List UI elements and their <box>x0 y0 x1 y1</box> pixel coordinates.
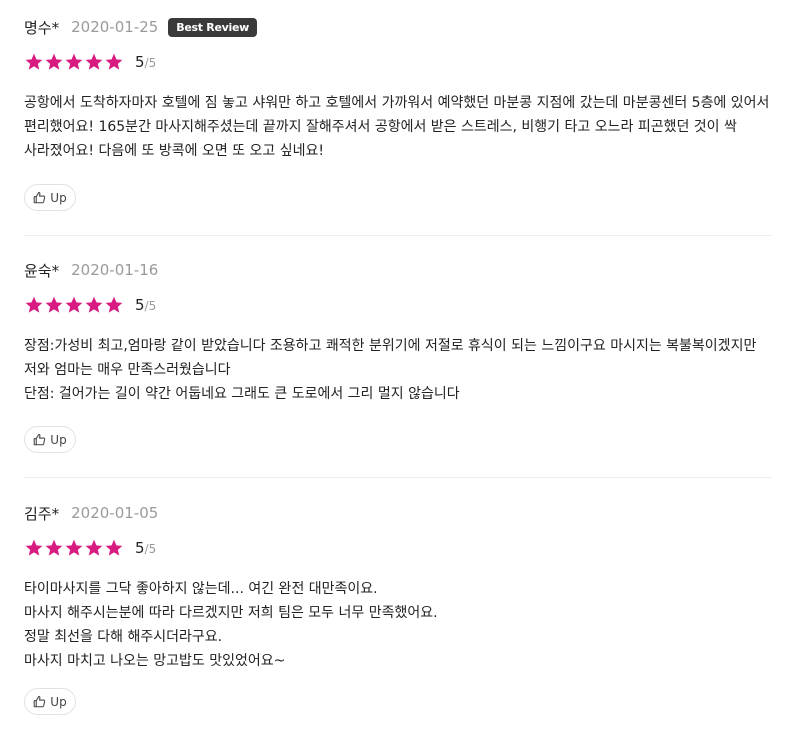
star-rating <box>24 52 124 72</box>
review-author: 명수* <box>24 18 60 37</box>
rating-max: /5 <box>144 299 157 313</box>
star-rating <box>24 538 124 558</box>
star-icon <box>105 296 123 313</box>
review-text-line: 공항에서 도착하자마자 호텔에 짐 놓고 샤워만 하고 호텔에서 가까워서 예약… <box>24 95 770 159</box>
up-button[interactable]: Up <box>24 184 76 211</box>
review-text-line: 마사지 마치고 나오는 망고밥도 맛있었어요~ <box>24 653 286 669</box>
review-list: 명수* 2020-01-25 Best Review 5/5 공항에서 도착하자… <box>0 0 804 732</box>
star-rating <box>24 295 124 315</box>
rating-value: 5 <box>135 53 145 71</box>
star-icon <box>25 296 43 313</box>
star-icon <box>25 539 43 556</box>
rating-value: 5 <box>135 296 145 314</box>
star-icon <box>85 539 103 556</box>
review-author: 윤숙* <box>24 261 60 280</box>
rating-score: 5/5 <box>135 539 156 557</box>
star-icon <box>65 53 83 70</box>
review-header: 윤숙* 2020-01-16 <box>24 259 772 281</box>
rating-max: /5 <box>144 56 157 70</box>
review-item: 윤숙* 2020-01-16 5/5 장점:가성비 최고,엄마랑 같이 받았습니… <box>24 259 774 453</box>
up-label: Up <box>50 694 67 709</box>
thumbs-up-icon <box>33 433 46 446</box>
review-rating: 5/5 <box>24 52 772 72</box>
review-rating: 5/5 <box>24 538 772 558</box>
review-text: 장점:가성비 최고,엄마랑 같이 받았습니다 조용하고 쾌적한 분위기에 저절로… <box>24 334 774 406</box>
star-icon <box>105 539 123 556</box>
star-icon <box>85 296 103 313</box>
star-icon <box>65 539 83 556</box>
up-button[interactable]: Up <box>24 426 76 453</box>
review-item: 김주* 2020-01-05 5/5 타이마사지를 그닥 좋아하지 않는데...… <box>24 502 774 715</box>
up-label: Up <box>50 190 67 205</box>
up-button[interactable]: Up <box>24 688 76 715</box>
review-text-line: 단점: 걸어가는 길이 약간 어둡네요 그래도 큰 도로에서 그리 멀지 않습니… <box>24 386 460 402</box>
review-text: 공항에서 도착하자마자 호텔에 짐 놓고 샤워만 하고 호텔에서 가까워서 예약… <box>24 91 774 163</box>
thumbs-up-icon <box>33 695 46 708</box>
review-text: 타이마사지를 그닥 좋아하지 않는데... 여긴 완전 대만족이요. 마사지 해… <box>24 577 774 673</box>
star-icon <box>105 53 123 70</box>
review-header: 명수* 2020-01-25 Best Review <box>24 16 772 38</box>
divider <box>24 235 772 236</box>
review-item: 명수* 2020-01-25 Best Review 5/5 공항에서 도착하자… <box>24 16 774 211</box>
review-text-line: 마사지 해주시는분에 따라 다르겠지만 저희 팀은 모두 너무 만족했어요. <box>24 605 438 621</box>
review-header: 김주* 2020-01-05 <box>24 502 772 524</box>
star-icon <box>85 53 103 70</box>
divider <box>24 477 772 478</box>
review-author: 김주* <box>24 504 60 523</box>
review-date: 2020-01-25 <box>71 18 159 36</box>
rating-score: 5/5 <box>135 296 156 314</box>
review-text-line: 타이마사지를 그닥 좋아하지 않는데... 여긴 완전 대만족이요. <box>24 581 378 597</box>
star-icon <box>65 296 83 313</box>
review-text-line: 정말 최선을 다해 해주시더라구요. <box>24 629 223 645</box>
review-date: 2020-01-16 <box>71 261 159 279</box>
star-icon <box>45 296 63 313</box>
thumbs-up-icon <box>33 191 46 204</box>
star-icon <box>25 53 43 70</box>
star-icon <box>45 53 63 70</box>
up-label: Up <box>50 432 67 447</box>
rating-max: /5 <box>144 542 157 556</box>
star-icon <box>45 539 63 556</box>
rating-value: 5 <box>135 539 145 557</box>
review-text-line: 장점:가성비 최고,엄마랑 같이 받았습니다 조용하고 쾌적한 분위기에 저절로… <box>24 338 757 378</box>
rating-score: 5/5 <box>135 53 156 71</box>
review-rating: 5/5 <box>24 295 772 315</box>
review-date: 2020-01-05 <box>71 504 159 522</box>
best-review-badge: Best Review <box>168 17 257 37</box>
